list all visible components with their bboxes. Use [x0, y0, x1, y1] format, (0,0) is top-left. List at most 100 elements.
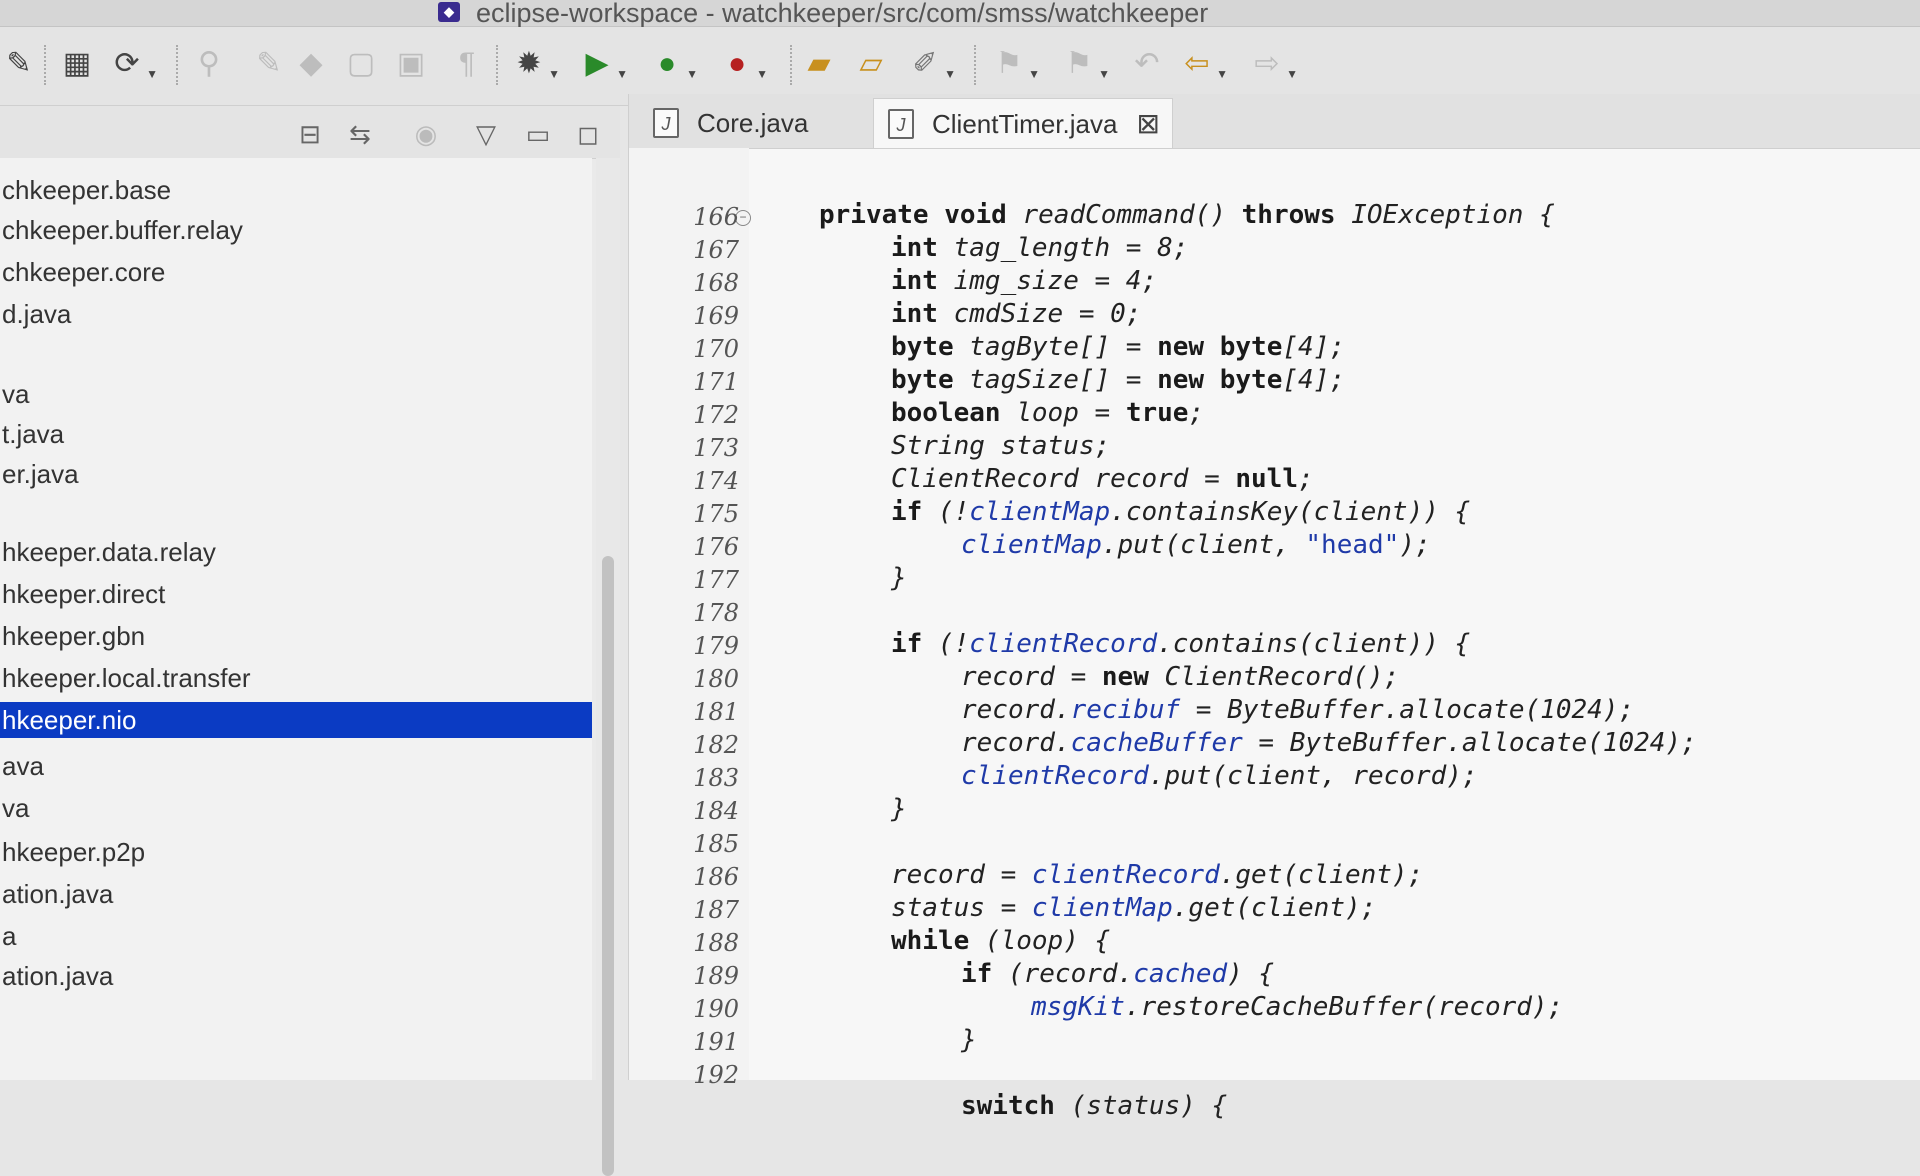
debug-icon[interactable]: ✹ ▼	[510, 45, 560, 83]
tree-item[interactable]: hkeeper.nio	[0, 702, 592, 738]
coverage-icon[interactable]: ● ▼	[648, 45, 698, 83]
code-line: record.cacheBuffer = ByteBuffer.allocate…	[961, 728, 1697, 758]
forward-icon[interactable]: ⇨ ▼	[1248, 45, 1298, 83]
explorer-tree: chkeeper.base chkeeper.buffer.relay chkeep…	[0, 158, 592, 1080]
search-icon[interactable]: ✐ ▼	[906, 45, 956, 83]
toolbar-separator	[44, 45, 46, 85]
java-file-warning-icon: J	[888, 109, 914, 139]
maximize-icon[interactable]: ◻	[572, 118, 604, 150]
code-line: clientMap.put(client, "head");	[961, 530, 1431, 560]
tree-item[interactable]: hkeeper.data.relay	[0, 534, 592, 570]
explorer-toolbar: ⊟ ⇆ ◉ ▽ ▭ ◻	[0, 106, 620, 159]
chevron-down-icon[interactable]: ▼	[1028, 55, 1040, 93]
link-editor-icon[interactable]: ⇆	[344, 118, 376, 150]
code-line: if (!clientMap.containsKey(client)) {	[891, 497, 1471, 527]
annotation-prev-icon[interactable]: ⚑ ▼	[1060, 45, 1110, 83]
java-file-icon: J	[653, 108, 679, 138]
window-title: eclipse-workspace - watchkeeper/src/com/…	[476, 0, 1209, 28]
refresh-icon[interactable]: ⟳ ▼	[108, 45, 158, 83]
code-line: ClientRecord record = null;	[891, 464, 1314, 494]
tree-item[interactable]: t.java	[0, 416, 592, 452]
code-line: msgKit.restoreCacheBuffer(record);	[1031, 992, 1564, 1022]
toolbar-separator	[176, 45, 178, 85]
code-line: int tag_length = 8;	[891, 233, 1189, 263]
tab-label: ClientTimer.java	[932, 109, 1118, 139]
tree-item[interactable]: ation.java	[0, 876, 592, 912]
tab-clienttimer-java[interactable]: J ClientTimer.java ⊠	[873, 98, 1173, 148]
skip-icon[interactable]: ✎	[0, 45, 38, 83]
code-line: switch (status) {	[961, 1091, 1228, 1121]
title-bar: ◆ eclipse-workspace - watchkeeper/src/co…	[0, 0, 1920, 28]
explorer-scrollbar-thumb[interactable]	[602, 556, 614, 1176]
tree-item[interactable]: hkeeper.direct	[0, 576, 592, 612]
code-line: if (!clientRecord.contains(client)) {	[891, 629, 1471, 659]
last-edit-icon[interactable]: ↶	[1128, 45, 1166, 83]
tree-item[interactable]: ation.java	[0, 958, 592, 994]
code-line: int cmdSize = 0;	[891, 299, 1142, 329]
code-editor: J Core.java J ClientTimer.java ⊠ − 166 16…	[628, 94, 1920, 1121]
tree-item[interactable]: er.java	[0, 456, 592, 492]
code-line: boolean loop = true;	[891, 398, 1205, 428]
tree-item[interactable]: d.java	[0, 296, 592, 332]
run-icon[interactable]: ▶ ▼	[578, 45, 628, 83]
chevron-down-icon[interactable]: ▼	[1098, 55, 1110, 93]
tree-item[interactable]: chkeeper.core	[0, 254, 592, 290]
tab-label: Core.java	[697, 108, 809, 138]
code-line: status = clientMap.get(client);	[891, 893, 1377, 923]
pin-icon[interactable]: ⚲	[190, 45, 228, 83]
tree-item[interactable]: a	[0, 918, 592, 954]
chevron-down-icon[interactable]: ▼	[548, 55, 560, 93]
eclipse-app-icon: ◆	[438, 2, 460, 22]
tree-item[interactable]: hkeeper.gbn	[0, 618, 592, 654]
paragraph-icon[interactable]: ¶	[448, 45, 486, 83]
focus-icon[interactable]: ◉	[410, 118, 442, 150]
tab-core-java[interactable]: J Core.java	[639, 98, 865, 148]
code-line: }	[891, 563, 907, 593]
toolbar-separator	[790, 45, 792, 85]
tree-item[interactable]: va	[0, 790, 592, 826]
tree-item[interactable]: va	[0, 376, 592, 412]
chevron-down-icon[interactable]: ▼	[146, 55, 158, 93]
annotation-icon[interactable]: ⚑ ▼	[990, 45, 1040, 83]
open-folder-icon[interactable]: ▱	[852, 45, 890, 83]
code-line: byte tagByte[] = new byte[4];	[891, 332, 1345, 362]
code-line: record.recibuf = ByteBuffer.allocate(102…	[961, 695, 1635, 725]
back-icon[interactable]: ⇦ ▼	[1178, 45, 1228, 83]
code-area[interactable]: private void readCommand() throws IOExce…	[629, 148, 1920, 1121]
chevron-down-icon[interactable]: ▼	[944, 55, 956, 93]
code-line: while (loop) {	[891, 926, 1111, 956]
chevron-down-icon[interactable]: ▼	[756, 55, 768, 93]
tree-item[interactable]: hkeeper.local.transfer	[0, 660, 592, 696]
tree-item[interactable]: hkeeper.p2p	[0, 834, 592, 870]
external-tools-icon[interactable]: ● ▼	[718, 45, 768, 83]
package-explorer: ⊟ ⇆ ◉ ▽ ▭ ◻ chkeeper.base chkeeper.buffer…	[0, 106, 620, 1176]
copy-icon[interactable]: ▣	[392, 45, 430, 83]
code-line: record = clientRecord.get(client);	[891, 860, 1424, 890]
edit-icon[interactable]: ✎	[250, 45, 288, 83]
marker-icon[interactable]: ◆	[292, 45, 330, 83]
toolbar-separator	[974, 45, 976, 85]
code-line: }	[891, 794, 907, 824]
code-line: clientRecord.put(client, record);	[961, 761, 1478, 791]
editor-tabs: J Core.java J ClientTimer.java ⊠	[629, 94, 1920, 149]
code-line: int img_size = 4;	[891, 266, 1158, 296]
chevron-down-icon[interactable]: ▼	[616, 55, 628, 93]
chevron-down-icon[interactable]: ▼	[686, 55, 698, 93]
tree-item[interactable]: chkeeper.buffer.relay	[0, 212, 592, 248]
tree-item[interactable]: chkeeper.base	[0, 172, 592, 208]
code-line: String status;	[891, 431, 1111, 461]
toolbar-separator	[496, 45, 498, 85]
tree-item[interactable]: ava	[0, 748, 592, 784]
collapse-all-icon[interactable]: ⊟	[294, 118, 326, 150]
package-icon[interactable]: ▦	[58, 45, 96, 83]
code-line: record = new ClientRecord();	[961, 662, 1400, 692]
open-type-icon[interactable]: ▰	[800, 45, 838, 83]
code-line: if (record.cached) {	[961, 959, 1275, 989]
view-menu-icon[interactable]: ▽	[470, 118, 502, 150]
chevron-down-icon[interactable]: ▼	[1286, 55, 1298, 93]
chevron-down-icon[interactable]: ▼	[1216, 55, 1228, 93]
minimize-icon[interactable]: ▭	[522, 118, 554, 150]
code-line: byte tagSize[] = new byte[4];	[891, 365, 1345, 395]
close-icon[interactable]: ⊠	[1137, 99, 1160, 149]
task-icon[interactable]: ▢	[342, 45, 380, 83]
